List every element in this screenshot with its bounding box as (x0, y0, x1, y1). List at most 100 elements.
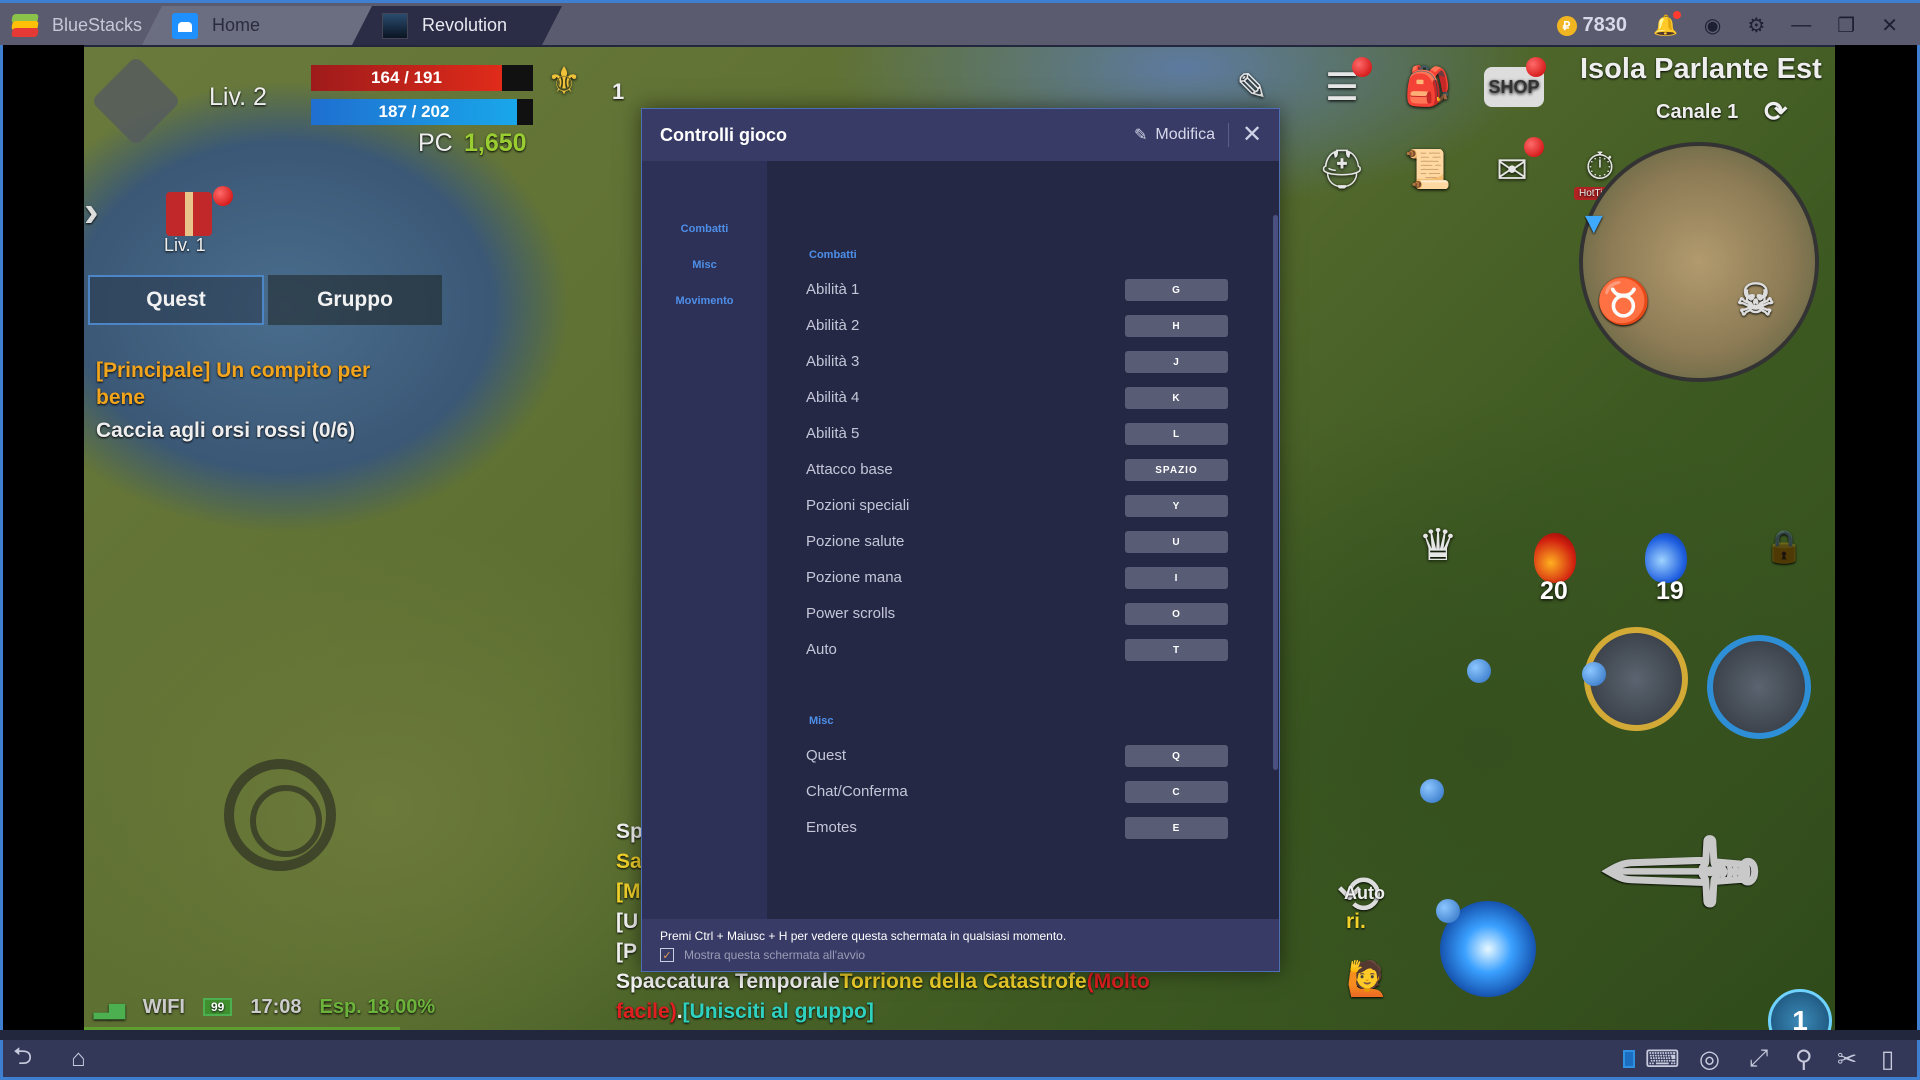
join-group-link[interactable]: [Unisciti al gruppo] (683, 1000, 874, 1023)
keybind-key[interactable]: K (1125, 387, 1228, 409)
section-title-misc: Misc (809, 715, 834, 727)
basic-attack-sword-icon[interactable]: 🗡 (1589, 777, 1779, 967)
keybind-key[interactable]: L (1125, 423, 1228, 445)
hp-potion-icon[interactable] (1534, 533, 1576, 583)
tab-quest[interactable]: Quest (88, 275, 264, 325)
game-icon (382, 13, 408, 39)
notification-bell-icon[interactable]: 🔔 (1653, 11, 1681, 38)
expand-arrow-icon[interactable]: › (84, 187, 99, 237)
rank-icon[interactable]: ⚜ (536, 53, 592, 109)
keybind-key[interactable]: O (1125, 603, 1228, 625)
mp-potion-icon[interactable] (1645, 533, 1687, 583)
dialog-title: Controlli gioco (660, 124, 787, 145)
keybind-key[interactable]: J (1125, 351, 1228, 373)
keymapping-icon[interactable]: ⌨ (1645, 1046, 1680, 1073)
location-icon[interactable]: ⚲ (1795, 1046, 1813, 1073)
restore-icon[interactable]: ❐ (1837, 13, 1855, 38)
dialog-scrollbar[interactable] (1273, 215, 1278, 770)
tab-home[interactable]: Home (142, 6, 377, 45)
keybind-label: Pozione salute (806, 533, 905, 550)
keybind-key[interactable]: H (1125, 315, 1228, 337)
close-icon[interactable]: ✕ (1881, 13, 1898, 38)
keybind-label: Attacco base (806, 461, 893, 478)
channel-name[interactable]: Canale 1 (1656, 101, 1738, 124)
fullscreen-icon[interactable]: ⤢ (1749, 1045, 1768, 1072)
keybind-key[interactable]: U (1125, 531, 1228, 553)
edit-button[interactable]: ✎ Modifica (1134, 109, 1215, 161)
quest-log-icon[interactable]: ✎ (1224, 59, 1280, 115)
coin-count: 7830 (1582, 14, 1628, 36)
keybind-key[interactable]: SPAZIO (1125, 459, 1228, 481)
clock: 17:08 (250, 995, 302, 1018)
checkbox-check-icon[interactable]: ✓ (660, 948, 674, 962)
locked-skill-slot-2[interactable] (1707, 635, 1811, 739)
inventory-bag-icon[interactable]: 🎒 (1400, 59, 1456, 115)
sidebar-item-movimento[interactable]: Movimento (642, 295, 767, 307)
title-bar-controls: ₽ 7830 🔔 ◉ ⚙ — ❐ ✕ (1556, 6, 1920, 45)
quest-task[interactable]: Caccia agli orsi rossi (0/6) (96, 419, 355, 443)
keybind-row: Abilità 3 J (806, 351, 1228, 375)
keybind-label: Abilità 5 (806, 425, 860, 442)
signal-icon: ▂▅ (94, 996, 125, 1019)
keybind-label: Abilità 1 (806, 281, 860, 298)
sidebar-item-misc[interactable]: Misc (642, 259, 767, 271)
show-on-start-label: Mostra questa schermata all'avvio (684, 948, 866, 962)
coin-balance[interactable]: ₽ 7830 (1556, 14, 1628, 37)
demon-boss-icon[interactable]: ♉ (1596, 275, 1651, 327)
rotate-device-icon[interactable]: ▯ (1881, 1046, 1894, 1073)
helmet-icon[interactable]: ⛑ (1314, 142, 1370, 198)
keybind-key[interactable]: Q (1125, 745, 1228, 767)
keyboard-toggle-icon[interactable] (1623, 1046, 1635, 1072)
settings-gear-icon[interactable]: ⚙ (1747, 13, 1765, 38)
eye-off-icon[interactable]: ◎ (1699, 1046, 1720, 1073)
tab-revolution[interactable]: Revolution (352, 6, 562, 45)
minimize-icon[interactable]: — (1791, 14, 1811, 37)
quest-title[interactable]: [Principale] Un compito per bene (96, 357, 416, 411)
skill-set-button[interactable]: 1 (1768, 989, 1832, 1030)
special-potion-icon[interactable]: ♛ (1410, 517, 1466, 573)
skull-boss-icon[interactable]: ☠ (1736, 275, 1775, 326)
bluestacks-logo-icon (10, 13, 40, 39)
coin-icon: ₽ (1556, 15, 1577, 36)
auto-label[interactable]: Auto (1344, 883, 1385, 904)
keybind-key[interactable]: T (1125, 639, 1228, 661)
keybind-key[interactable]: E (1125, 817, 1228, 839)
guild-shield-icon[interactable] (90, 55, 182, 147)
keybind-key[interactable]: Y (1125, 495, 1228, 517)
brand: BlueStacks (10, 6, 142, 45)
keybind-key[interactable]: C (1125, 781, 1228, 803)
skill-orb-3 (1420, 779, 1444, 803)
chat-line-start: [U (616, 910, 639, 933)
keybind-key[interactable]: G (1125, 279, 1228, 301)
header-divider (1228, 123, 1229, 147)
skill-orb-4 (1436, 899, 1460, 923)
emote-icon[interactable]: 🙋 (1346, 959, 1388, 999)
show-on-start-checkbox[interactable]: ✓ Mostra questa schermata all'avvio (660, 948, 1261, 962)
movement-joystick[interactable] (224, 759, 336, 871)
scroll-quill-icon[interactable]: 📜 (1400, 142, 1456, 198)
keybind-row: Auto T (806, 639, 1228, 663)
gift-icon[interactable] (166, 192, 212, 236)
pc-label: PC (418, 129, 453, 157)
keybind-row: Power scrolls O (806, 603, 1228, 627)
letterbox-right (1835, 45, 1920, 1030)
hp-potion-count: 20 (1540, 577, 1568, 605)
home-icon[interactable]: ⌂ (71, 1045, 86, 1072)
sidebar-item-combatti[interactable]: Combatti (642, 223, 767, 235)
tab-gruppo[interactable]: Gruppo (268, 275, 442, 325)
chat-line: facile).[Unisciti al gruppo] (616, 997, 1316, 1027)
scissors-icon[interactable]: ✂ (1837, 1046, 1857, 1073)
keybind-key[interactable]: I (1125, 567, 1228, 589)
chat-difficulty: (Molto (1086, 970, 1150, 993)
keybind-label: Auto (806, 641, 837, 658)
close-dialog-icon[interactable]: ✕ (1237, 119, 1267, 149)
edit-label: Modifica (1155, 126, 1215, 143)
keybind-row: Abilità 4 K (806, 387, 1228, 411)
back-icon[interactable]: ⮌ (13, 1043, 32, 1072)
hp-bar: 164 / 191 (311, 65, 502, 91)
minimap[interactable] (1579, 142, 1819, 382)
tab-revolution-label: Revolution (422, 15, 508, 35)
profile-icon[interactable]: ◉ (1704, 13, 1721, 38)
refresh-channel-icon[interactable]: ⟳ (1764, 95, 1787, 128)
exp-bar (84, 1027, 400, 1030)
